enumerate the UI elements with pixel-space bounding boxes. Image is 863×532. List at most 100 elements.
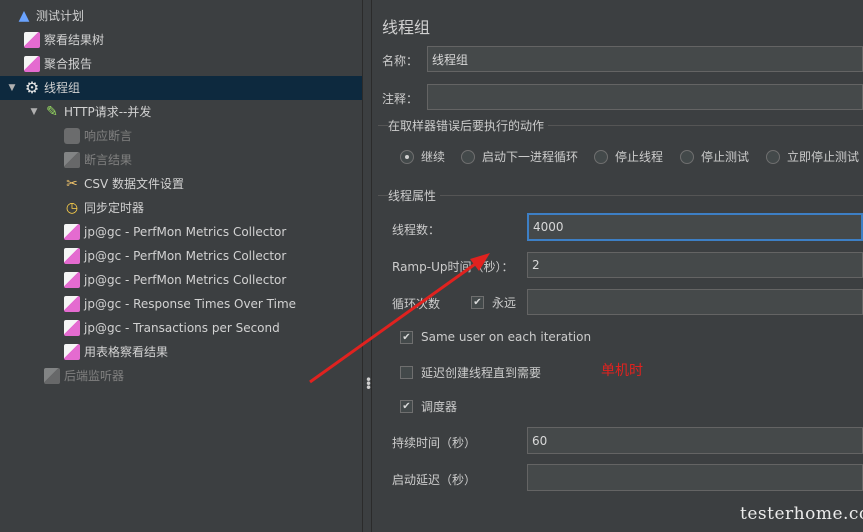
checkbox-label: 延迟创建线程直到需要 xyxy=(421,366,542,380)
tree-node-response-assertion[interactable]: 响应断言 xyxy=(64,124,132,148)
checkbox-label: Same user on each iteration xyxy=(421,330,592,344)
tree-node-perfmon-3[interactable]: jp@gc - PerfMon Metrics Collector xyxy=(64,268,286,292)
tree-node-label: CSV 数据文件设置 xyxy=(84,177,185,191)
delay-thread-creation-checkbox[interactable]: 延迟创建线程直到需要 xyxy=(400,364,541,381)
tree-node-label: jp@gc - Transactions per Second xyxy=(84,321,280,335)
checkbox-label: 调度器 xyxy=(421,400,458,414)
tree-node-view-results-table[interactable]: 用表格察看结果 xyxy=(64,340,168,364)
tree-node-label: 用表格察看结果 xyxy=(84,345,169,359)
listener-icon xyxy=(44,368,60,384)
tree-node-test-plan[interactable]: ▲ 测试计划 xyxy=(4,4,84,28)
radio-start-next-loop[interactable]: 启动下一进程循环 xyxy=(461,148,578,165)
tree-node-aggregate-report[interactable]: 聚合报告 xyxy=(24,52,92,76)
listener-icon xyxy=(24,32,40,48)
radio-unselected-icon xyxy=(680,149,694,164)
radio-stop-test-now[interactable]: 立即停止测试 xyxy=(766,148,859,165)
checkbox-checked-icon: ✔ xyxy=(400,400,413,413)
startup-delay-input[interactable] xyxy=(527,464,863,491)
comment-label: 注释： xyxy=(382,92,419,106)
checkbox-unchecked-icon xyxy=(400,366,413,379)
radio-continue[interactable]: 继续 xyxy=(400,148,445,165)
expand-toggle-icon[interactable]: ▼ xyxy=(6,82,18,94)
tree-node-label: 后端监听器 xyxy=(64,369,125,383)
loop-forever-checkbox[interactable]: ✔ 永远 xyxy=(471,294,516,311)
loop-count-label: 循环次数 xyxy=(392,297,441,311)
comment-field[interactable] xyxy=(427,84,863,110)
listener-icon xyxy=(64,224,80,240)
thread-properties-group xyxy=(378,195,863,196)
tree-node-label: 线程组 xyxy=(44,81,81,95)
listener-icon xyxy=(64,248,80,264)
tools-icon: ✂ xyxy=(66,176,78,192)
radio-stop-test[interactable]: 停止测试 xyxy=(680,148,749,165)
duration-label: 持续时间（秒） xyxy=(392,436,477,450)
tree-node-http-request[interactable]: ▼ ✎ HTTP请求--并发 xyxy=(28,100,152,124)
radio-label: 立即停止测试 xyxy=(787,150,860,164)
listener-icon xyxy=(64,344,80,360)
watermark-text: testerhome.com xyxy=(740,504,863,524)
tree-node-transactions-per-second[interactable]: jp@gc - Transactions per Second xyxy=(64,316,280,340)
tree-node-label: HTTP请求--并发 xyxy=(64,105,152,119)
startup-delay-label: 启动延迟（秒） xyxy=(392,473,477,487)
panel-title: 线程组 xyxy=(382,18,431,37)
listener-icon xyxy=(24,56,40,72)
name-field[interactable]: 线程组 xyxy=(427,46,863,72)
sampler-error-group-title: 在取样器错误后要执行的动作 xyxy=(388,117,549,134)
threads-input[interactable]: 4000 xyxy=(527,213,863,241)
tree-node-label: 测试计划 xyxy=(36,9,85,23)
tree-node-label: 响应断言 xyxy=(84,129,133,143)
name-label: 名称： xyxy=(382,54,419,68)
checkbox-checked-icon: ✔ xyxy=(471,296,484,309)
expand-toggle-icon[interactable]: ▼ xyxy=(28,106,40,118)
tree-node-label: jp@gc - Response Times Over Time xyxy=(84,297,297,311)
tree-node-label: jp@gc - PerfMon Metrics Collector xyxy=(84,249,287,263)
tree-node-view-results-tree[interactable]: 察看结果树 xyxy=(24,28,104,52)
gear-icon: ⚙ xyxy=(24,78,40,97)
same-user-checkbox[interactable]: ✔ Same user on each iteration xyxy=(400,330,591,344)
tree-node-perfmon-2[interactable]: jp@gc - PerfMon Metrics Collector xyxy=(64,244,286,268)
radio-label: 停止线程 xyxy=(615,150,664,164)
checkbox-label: 永远 xyxy=(492,296,517,310)
expand-toggle-icon[interactable] xyxy=(4,10,16,22)
rampup-input[interactable]: 2 xyxy=(527,252,863,278)
listener-icon xyxy=(64,272,80,288)
radio-label: 停止测试 xyxy=(701,150,750,164)
annotation-note: 单机时 xyxy=(601,363,643,379)
tree-node-label: 同步定时器 xyxy=(84,201,145,215)
sampler-pen-icon: ✎ xyxy=(46,104,58,120)
timer-icon: ◷ xyxy=(65,200,79,216)
listener-icon xyxy=(64,152,80,168)
tree-node-label: jp@gc - PerfMon Metrics Collector xyxy=(84,225,287,239)
listener-icon xyxy=(64,320,80,336)
radio-unselected-icon xyxy=(766,149,780,164)
rampup-label: Ramp-Up时间（秒）： xyxy=(392,260,514,274)
radio-unselected-icon xyxy=(461,149,475,164)
tree-node-thread-group[interactable]: ▼ ⚙ 线程组 xyxy=(0,76,362,100)
radio-selected-icon xyxy=(400,149,414,164)
tree-node-label: 聚合报告 xyxy=(44,57,93,71)
tree-node-backend-listener[interactable]: 后端监听器 xyxy=(44,364,124,388)
test-plan-tree[interactable]: ▲ 测试计划 察看结果树 聚合报告 ▼ ⚙ 线程组 ▼ ✎ HTTP请求--并发… xyxy=(0,0,362,532)
tree-node-perfmon-1[interactable]: jp@gc - PerfMon Metrics Collector xyxy=(64,220,286,244)
threads-label: 线程数： xyxy=(392,223,441,237)
thread-group-panel: 线程组 名称： 线程组 注释： 在取样器错误后要执行的动作 继续 启动下一进程循… xyxy=(372,0,863,532)
tree-node-sync-timer[interactable]: ◷ 同步定时器 xyxy=(64,196,144,220)
thread-properties-title: 线程属性 xyxy=(388,187,441,204)
radio-label: 继续 xyxy=(421,150,446,164)
tree-node-response-times[interactable]: jp@gc - Response Times Over Time xyxy=(64,292,296,316)
split-pane-divider[interactable]: • • • xyxy=(362,0,372,532)
tree-node-label: jp@gc - PerfMon Metrics Collector xyxy=(84,273,287,287)
tree-node-csv-data-set[interactable]: ✂ CSV 数据文件设置 xyxy=(64,172,184,196)
listener-icon xyxy=(64,296,80,312)
assertion-icon xyxy=(64,128,80,144)
radio-stop-thread[interactable]: 停止线程 xyxy=(594,148,663,165)
radio-label: 启动下一进程循环 xyxy=(482,150,579,164)
loop-count-input[interactable] xyxy=(527,289,863,315)
tree-node-label: 断言结果 xyxy=(84,153,133,167)
radio-unselected-icon xyxy=(594,149,608,164)
scheduler-checkbox[interactable]: ✔ 调度器 xyxy=(400,398,457,415)
tree-node-assertion-results[interactable]: 断言结果 xyxy=(64,148,132,172)
test-plan-icon: ▲ xyxy=(18,8,30,24)
checkbox-checked-icon: ✔ xyxy=(400,330,413,344)
duration-input[interactable]: 60 xyxy=(527,427,863,454)
